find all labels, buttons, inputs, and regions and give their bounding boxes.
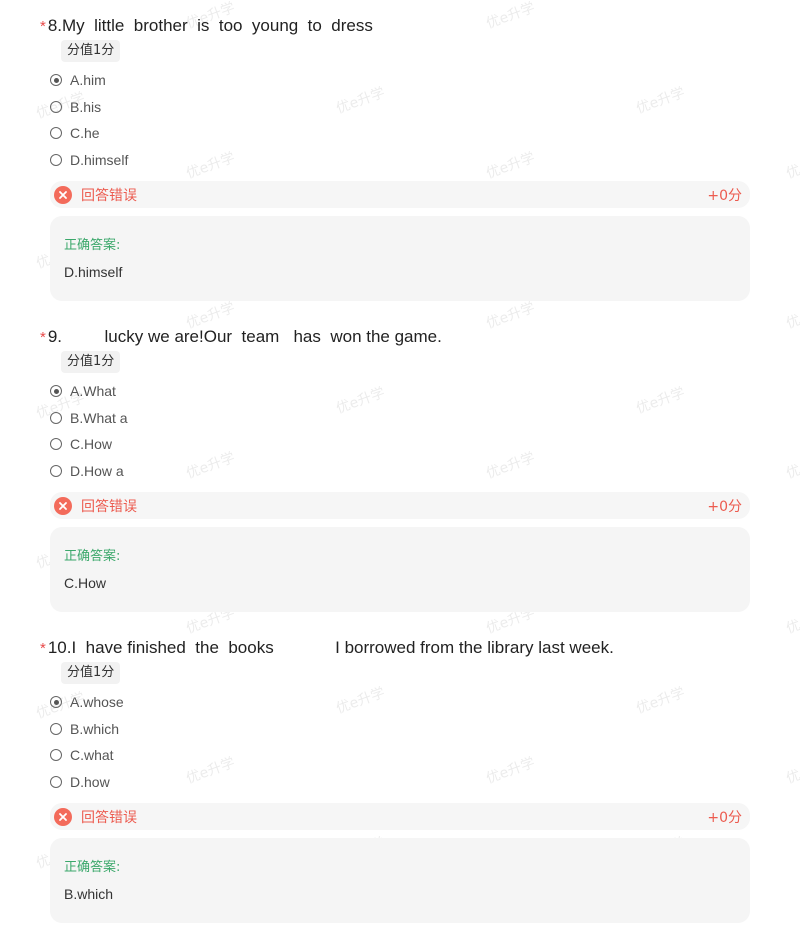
question-title: * 10.I have finished the books I borrowed… xyxy=(40,638,614,657)
answer-value: D.himself xyxy=(64,264,123,280)
answer-label: 正确答案: xyxy=(64,860,121,875)
radio-selected-icon[interactable] xyxy=(50,385,62,397)
result-bar: 回答错误 +0分 xyxy=(50,492,750,519)
result-text: 回答错误 xyxy=(81,187,137,204)
close-circle-icon xyxy=(54,185,72,204)
option-b[interactable]: B.What a xyxy=(50,408,128,428)
answer-box: 正确答案: B.which xyxy=(50,838,750,923)
radio-icon[interactable] xyxy=(50,127,62,139)
close-circle-icon xyxy=(54,807,72,826)
result-text: 回答错误 xyxy=(81,809,137,826)
answer-label: 正确答案: xyxy=(64,238,121,253)
radio-icon[interactable] xyxy=(50,154,62,166)
watermark-text: 优e升学 xyxy=(784,449,800,483)
radio-selected-icon[interactable] xyxy=(50,696,62,708)
radio-icon[interactable] xyxy=(50,465,62,477)
watermark-text: 优e升学 xyxy=(184,149,238,183)
option-a[interactable]: A.whose xyxy=(50,692,124,712)
radio-selected-icon[interactable] xyxy=(50,74,62,86)
answer-box: 正确答案: C.How xyxy=(50,527,750,612)
option-d[interactable]: D.how xyxy=(50,772,110,792)
answer-label: 正确答案: xyxy=(64,549,121,564)
watermark-text: 优e升学 xyxy=(634,384,688,418)
required-star: * xyxy=(40,18,46,35)
answer-value: B.which xyxy=(64,886,114,902)
result-bar: 回答错误 +0分 xyxy=(50,803,750,830)
result-score: +0分 xyxy=(707,187,742,204)
watermark-text: 优e升学 xyxy=(634,684,688,718)
watermark-text: 优e升学 xyxy=(484,0,538,33)
question-title: * 9. lucky we are!Our team has won the ga… xyxy=(40,327,442,346)
radio-icon[interactable] xyxy=(50,749,62,761)
result-score: +0分 xyxy=(707,809,742,826)
score-tag: 分值1分 xyxy=(61,351,121,373)
watermark-text: 优e升学 xyxy=(784,754,800,788)
radio-icon[interactable] xyxy=(50,412,62,424)
option-c[interactable]: C.what xyxy=(50,745,114,765)
watermark-text: 优e升学 xyxy=(484,754,538,788)
score-tag: 分值1分 xyxy=(61,662,121,684)
result-bar: 回答错误 +0分 xyxy=(50,181,750,208)
answer-value: C.How xyxy=(64,575,107,591)
watermark-text: 优e升学 xyxy=(784,149,800,183)
watermark-text: 优e升学 xyxy=(784,604,800,638)
option-a[interactable]: A.What xyxy=(50,381,116,401)
watermark-text: 优e升学 xyxy=(184,449,238,483)
option-b[interactable]: B.his xyxy=(50,97,101,117)
watermark-text: 优e升学 xyxy=(484,449,538,483)
option-b[interactable]: B.which xyxy=(50,719,119,739)
result-score: +0分 xyxy=(707,498,742,515)
result-text: 回答错误 xyxy=(81,498,137,515)
radio-icon[interactable] xyxy=(50,101,62,113)
close-circle-icon xyxy=(54,496,72,515)
score-tag: 分值1分 xyxy=(61,40,121,62)
radio-icon[interactable] xyxy=(50,438,62,450)
watermark-text: 优e升学 xyxy=(334,84,388,118)
watermark-text: 优e升学 xyxy=(334,684,388,718)
option-d[interactable]: D.How a xyxy=(50,461,124,481)
radio-icon[interactable] xyxy=(50,723,62,735)
watermark-text: 优e升学 xyxy=(484,149,538,183)
watermark-text: 优e升学 xyxy=(484,299,538,333)
required-star: * xyxy=(40,329,46,346)
watermark-text: 优e升学 xyxy=(184,754,238,788)
answer-box: 正确答案: D.himself xyxy=(50,216,750,301)
option-c[interactable]: C.he xyxy=(50,123,100,143)
question-title: * 8.My little brother is too young to dre… xyxy=(40,16,373,35)
required-star: * xyxy=(40,640,46,657)
radio-icon[interactable] xyxy=(50,776,62,788)
option-c[interactable]: C.How xyxy=(50,434,112,454)
option-a[interactable]: A.him xyxy=(50,70,106,90)
watermark-text: 优e升学 xyxy=(334,384,388,418)
option-d[interactable]: D.himself xyxy=(50,150,128,170)
watermark-text: 优e升学 xyxy=(784,299,800,333)
watermark-text: 优e升学 xyxy=(634,84,688,118)
